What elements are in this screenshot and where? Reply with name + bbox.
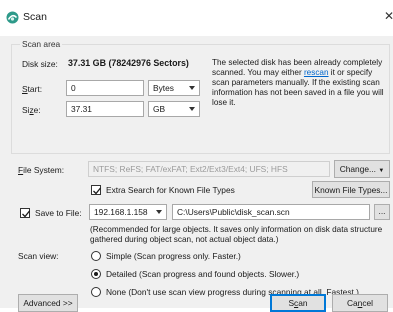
app-icon <box>6 11 19 24</box>
save-to-file-label: Save to File: <box>35 208 82 218</box>
change-button[interactable]: Change... ▼ <box>334 160 390 178</box>
chevron-down-icon: ▼ <box>378 168 385 174</box>
save-to-file-checkbox[interactable] <box>20 208 31 218</box>
save-path-input[interactable]: C:\Users\Public\disk_scan.scn <box>172 204 370 220</box>
scan-button[interactable]: Scan <box>270 294 326 312</box>
change-button-label: Change... <box>339 164 377 174</box>
host-select[interactable]: 192.168.1.158 <box>89 204 167 220</box>
disk-size-label: Disk size: <box>22 59 58 69</box>
known-file-types-button[interactable]: Known File Types... <box>312 181 390 198</box>
scan-view-label: Scan view: <box>18 251 59 261</box>
size-input[interactable]: 37.31 <box>66 101 144 117</box>
file-system-field[interactable]: NTFS; ReFS; FAT/exFAT; Ext2/Ext3/Ext4; U… <box>88 161 330 177</box>
scan-view-simple-radio[interactable] <box>91 251 101 261</box>
scan-area-note: The selected disk has been already compl… <box>212 58 387 108</box>
start-label: Start: <box>22 84 43 94</box>
size-unit-value: GB <box>153 104 166 114</box>
checkmark-icon <box>93 187 102 195</box>
file-system-label: File System: <box>18 165 65 175</box>
checkmark-icon <box>22 210 31 218</box>
extra-search-label: Extra Search for Known File Types <box>106 185 235 195</box>
browse-button[interactable]: ... <box>374 204 390 220</box>
save-to-file-note: (Recommended for large objects. It saves… <box>90 225 383 244</box>
scan-area-legend: Scan area <box>20 39 63 49</box>
size-label: Size: <box>22 105 41 115</box>
extra-search-checkbox[interactable] <box>91 185 102 195</box>
cancel-button[interactable]: Cancel <box>332 294 388 312</box>
chevron-down-icon <box>189 107 195 111</box>
start-unit-select[interactable]: Bytes <box>148 80 200 96</box>
title-bar <box>0 0 393 36</box>
host-value: 192.168.1.158 <box>94 207 148 217</box>
scan-view-detailed-label: Detailed (Scan progress and found object… <box>106 269 300 279</box>
scan-view-simple-label: Simple (Scan progress only. Faster.) <box>106 251 241 261</box>
start-unit-value: Bytes <box>153 83 174 93</box>
rescan-link[interactable]: rescan <box>304 68 329 77</box>
advanced-button[interactable]: Advanced >> <box>18 294 78 312</box>
scan-view-none-radio[interactable] <box>91 287 101 297</box>
scan-view-detailed-radio[interactable] <box>91 269 101 279</box>
size-unit-select[interactable]: GB <box>148 101 200 117</box>
chevron-down-icon <box>156 210 162 214</box>
close-icon[interactable]: ✕ <box>384 9 393 23</box>
chevron-down-icon <box>189 86 195 90</box>
disk-size-value: 37.31 GB (78242976 Sectors) <box>68 58 189 68</box>
start-input[interactable]: 0 <box>66 80 144 96</box>
radio-selected-dot <box>94 272 98 276</box>
window-title: Scan <box>23 11 47 23</box>
